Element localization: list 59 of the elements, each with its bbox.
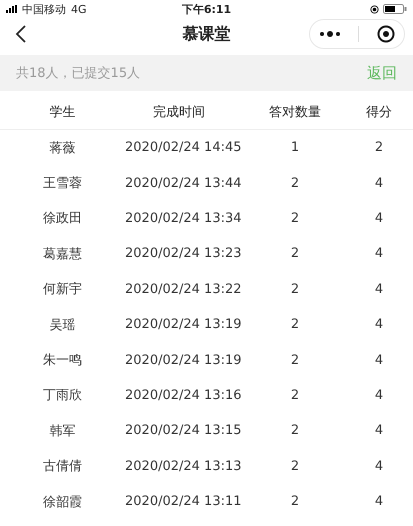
table-cell-text: 2020/02/24 13:23: [125, 246, 243, 262]
page-title: 慕课堂: [182, 24, 230, 42]
table-cell-text: 2020/02/24 13:15: [125, 423, 243, 438]
table-cell-text: 2: [290, 176, 300, 191]
table-cell-text: 韩军: [48, 422, 76, 440]
table-cell-text: 2020/02/24 13:16: [125, 388, 243, 403]
more-icon[interactable]: [318, 30, 341, 38]
table-cell-text: 4: [374, 494, 384, 510]
table-cell-text: 2020/02/24 13:11: [125, 494, 243, 510]
table-cell-text: 徐韶霞: [42, 494, 83, 511]
table-cell-text: 2020/02/24 13:22: [125, 282, 243, 297]
table-cell-text: 王雪蓉: [42, 175, 83, 192]
table-cell-text: 蒋薇: [48, 140, 76, 157]
column-header: 完成时间: [152, 104, 206, 121]
table-cell-text: 4: [374, 317, 384, 332]
table-cell-text: 丁雨欣: [42, 387, 83, 404]
table-cell-text: 4: [374, 246, 384, 262]
table-cell-text: 4: [374, 176, 384, 191]
table-cell-text: 1: [290, 140, 300, 156]
table-cell-text: 2020/02/24 13:34: [125, 210, 243, 226]
table-cell-text: 2: [290, 352, 300, 368]
table-cell-text: 4: [374, 352, 384, 368]
carrier-name: 中国移动: [22, 2, 66, 16]
table-cell-text: 2020/02/24 14:45: [125, 140, 243, 156]
table-cell-text: 2: [290, 388, 300, 403]
table-cell-text: 4: [374, 282, 384, 297]
column-header: 学生: [48, 104, 76, 121]
table-cell-text: 吴瑶: [48, 316, 76, 334]
table-cell-text: 2: [290, 494, 300, 510]
table-cell-text: 2: [290, 423, 300, 438]
table-cell-text: 2: [374, 140, 384, 156]
table-cell-text: 2020/02/24 13:19: [125, 352, 243, 368]
table-cell-text: 何新宇: [42, 281, 83, 298]
lock-rotation-icon: [370, 4, 379, 14]
table-cell-text: 2: [290, 282, 300, 297]
column-header: 答对数量: [268, 104, 322, 121]
table-cell-text: 2: [290, 317, 300, 332]
table-cell-text: 徐政田: [42, 210, 83, 228]
back-link[interactable]: 返回: [367, 64, 397, 82]
network-type: 4G: [71, 2, 87, 16]
table-cell-text: 4: [374, 388, 384, 403]
table-cell-text: 2020/02/24 13:44: [125, 176, 243, 191]
table-cell-text: 2: [290, 210, 300, 226]
table-cell-text: 2020/02/24 13:19: [125, 317, 243, 332]
table-cell-text: 2: [290, 458, 300, 474]
submission-count: 共18人，已提交15人: [16, 65, 140, 82]
table-cell-text: 4: [374, 458, 384, 474]
table-cell-text: 2020/02/24 13:13: [125, 458, 243, 474]
table-cell-text: 4: [374, 423, 384, 438]
table-cell-text: 4: [374, 210, 384, 226]
table-cell-text: 葛嘉慧: [42, 246, 83, 263]
table-cell-text: 古倩倩: [42, 458, 83, 476]
column-header: 得分: [365, 104, 393, 121]
table-cell-text: 2: [290, 246, 300, 262]
back-icon[interactable]: [14, 24, 28, 44]
signal-icon: [6, 5, 17, 13]
battery-icon: [383, 4, 407, 14]
status-time: 下午6:11: [182, 2, 232, 16]
table-cell-text: 朱一鸣: [42, 352, 83, 370]
